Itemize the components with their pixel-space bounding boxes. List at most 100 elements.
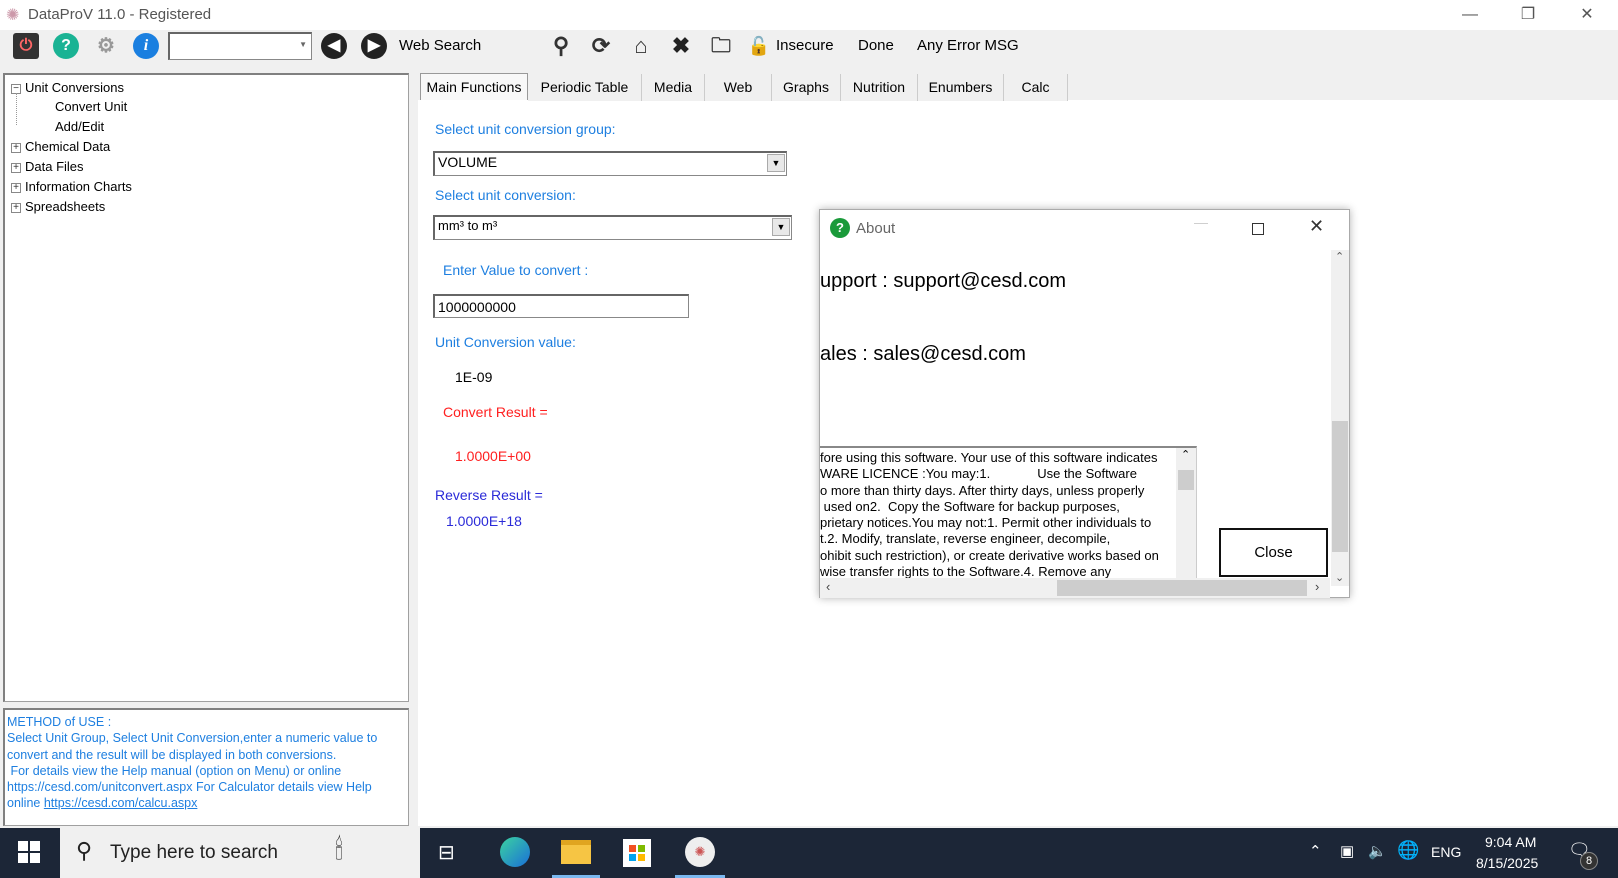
tree-item-chemical-data[interactable]: + Chemical Data [11, 139, 110, 154]
licence-textbox[interactable]: fore using this software. Your use of th… [820, 446, 1197, 598]
restore-button[interactable]: ❐ [1508, 2, 1548, 28]
calcu-link[interactable]: https://cesd.com/calcu.aspx [44, 796, 198, 810]
scroll-thumb[interactable] [1178, 470, 1194, 490]
window-title: DataProV 11.0 - Registered [28, 6, 212, 23]
licence-line: ohibit such restriction), or create deri… [820, 547, 1159, 563]
sales-email: ales : sales@cesd.com [820, 343, 1026, 365]
web-search-label[interactable]: Web Search [399, 37, 481, 54]
licence-line: prietary notices.You may not:1. Permit o… [820, 515, 1152, 531]
expand-icon[interactable]: + [11, 182, 21, 193]
clock-date[interactable]: 8/15/2025 [1476, 855, 1538, 871]
method-text: online [7, 796, 44, 811]
close-dialog-icon[interactable]: ✕ [1309, 216, 1324, 237]
tree-item-unit-conversions[interactable]: − Unit Conversions [11, 80, 124, 95]
network-icon[interactable]: 🌐 [1397, 840, 1419, 861]
navigation-tree: − Unit Conversions Convert Unit Add/Edit … [3, 73, 409, 702]
info-icon[interactable]: i [133, 33, 159, 59]
help-icon: ? [830, 218, 850, 238]
tab-graphs[interactable]: Graphs [772, 74, 841, 101]
licence-line: used on2. Copy the Software for backup p… [820, 498, 1120, 514]
search-icon: ⚲ [76, 838, 93, 863]
scroll-up-icon[interactable]: ⌃ [1335, 250, 1344, 263]
minimize-button[interactable]: — [1450, 2, 1490, 28]
new-folder-icon[interactable]: 🗀 [708, 33, 734, 59]
licence-line: t.2. Modify, translate, reverse engineer… [820, 531, 1111, 547]
scroll-up-icon[interactable]: ⌃ [1181, 448, 1190, 461]
enter-value-label: Enter Value to convert : [443, 262, 589, 278]
maximize-button[interactable] [1252, 223, 1264, 235]
back-icon[interactable]: ◀ [321, 33, 347, 59]
dataprov-app-icon[interactable]: ✺ [685, 837, 715, 867]
tray-expand-icon[interactable]: ⌃ [1309, 842, 1322, 860]
notification-badge: 8 [1580, 852, 1598, 870]
method-heading: METHOD of USE : [7, 715, 112, 729]
expand-icon[interactable]: + [11, 202, 21, 213]
tab-periodic-table[interactable]: Periodic Table [528, 74, 642, 101]
clock-time[interactable]: 9:04 AM [1485, 834, 1536, 850]
method-text: convert and the result will be displayed… [7, 747, 337, 762]
licence-line: WARE LICENCE :You may:1. Use the Softwar… [820, 466, 1137, 482]
licence-vscroll[interactable]: ⌃ [1176, 448, 1196, 578]
tree-item-convert-unit[interactable]: Convert Unit [55, 99, 127, 114]
tab-enumbers[interactable]: Enumbers [918, 74, 1004, 101]
refresh-icon[interactable]: ⟳ [588, 33, 614, 59]
power-icon[interactable]: ⏻ [13, 33, 39, 59]
tab-media[interactable]: Media [642, 74, 705, 101]
search-icon[interactable]: ⚲ [548, 33, 574, 59]
volume-icon[interactable]: 🔈 [1368, 842, 1387, 860]
forward-icon[interactable]: ▶ [361, 33, 387, 59]
convert-result-value: 1.0000E+00 [455, 448, 531, 464]
unit-group-select[interactable]: VOLUME ▼ [433, 151, 787, 176]
tree-item-spreadsheets[interactable]: + Spreadsheets [11, 199, 105, 214]
tree-item-data-files[interactable]: + Data Files [11, 159, 84, 174]
dialog-scrollbar[interactable]: ⌃ ⌄ [1331, 250, 1349, 586]
stop-icon[interactable]: ✖ [668, 33, 694, 59]
windows-start-icon[interactable] [18, 841, 40, 863]
task-view-icon[interactable]: ⊟ [438, 840, 455, 865]
chevron-down-icon: ▼ [772, 218, 790, 236]
load-status: Done [858, 37, 894, 54]
help-icon[interactable]: ? [53, 33, 79, 59]
method-text: For details view the Help manual (option… [7, 763, 342, 778]
store-icon[interactable] [623, 839, 651, 867]
unitconvert-link[interactable]: https://cesd.com/unitconvert.aspx [7, 780, 193, 794]
tree-item-information-charts[interactable]: + Information Charts [11, 179, 132, 194]
minimize-button[interactable]: — [1194, 214, 1208, 230]
search-placeholder: Type here to search [110, 842, 278, 863]
home-icon[interactable]: ⌂ [628, 33, 654, 59]
scroll-thumb[interactable] [1332, 421, 1348, 552]
unit-conversion-select[interactable]: mm³ to m³ ▼ [433, 215, 792, 240]
taskbar-search[interactable]: ⚲ Type here to search 🕯 [60, 828, 420, 878]
close-window-button[interactable]: ✕ [1567, 2, 1607, 28]
method-text: For Calculator details view Help [192, 780, 372, 795]
licence-line: o more than thirty days. After thirty da… [820, 482, 1145, 498]
error-status: Any Error MSG [917, 37, 1019, 54]
expand-icon[interactable]: + [11, 162, 21, 173]
settings-icon[interactable]: ⚙ [93, 33, 119, 59]
method-text: Select Unit Group, Select Unit Conversio… [7, 731, 378, 746]
tab-main-functions[interactable]: Main Functions [420, 73, 528, 100]
scroll-right-icon[interactable]: › [1315, 579, 1319, 594]
reverse-result-label: Reverse Result = [435, 487, 543, 503]
chevron-down-icon: ▼ [299, 40, 307, 49]
tab-web[interactable]: Web [705, 74, 772, 101]
edge-icon[interactable] [500, 837, 530, 867]
reverse-result-value: 1.0000E+18 [446, 513, 522, 529]
value-input[interactable] [433, 294, 689, 318]
camera-icon[interactable]: ▣ [1340, 842, 1354, 860]
file-explorer-icon[interactable] [561, 840, 591, 864]
licence-line: fore using this software. Your use of th… [820, 450, 1158, 465]
tab-nutrition[interactable]: Nutrition [841, 74, 918, 101]
scroll-down-icon[interactable]: ⌄ [1335, 571, 1344, 584]
licence-text: fore using this software. Your use of th… [820, 450, 1175, 580]
toolbar-combo[interactable]: ▼ [168, 32, 312, 60]
expand-icon[interactable]: + [11, 142, 21, 153]
language-indicator[interactable]: ENG [1431, 844, 1461, 860]
tree-item-add-edit[interactable]: Add/Edit [55, 119, 104, 134]
scroll-thumb[interactable] [1057, 580, 1307, 596]
close-button[interactable]: Close [1219, 528, 1328, 577]
tab-calc[interactable]: Calc [1004, 74, 1068, 101]
dialog-hscroll[interactable]: ‹ › [820, 578, 1330, 598]
support-email: upport : support@cesd.com [820, 270, 1066, 292]
scroll-left-icon[interactable]: ‹ [826, 579, 830, 594]
